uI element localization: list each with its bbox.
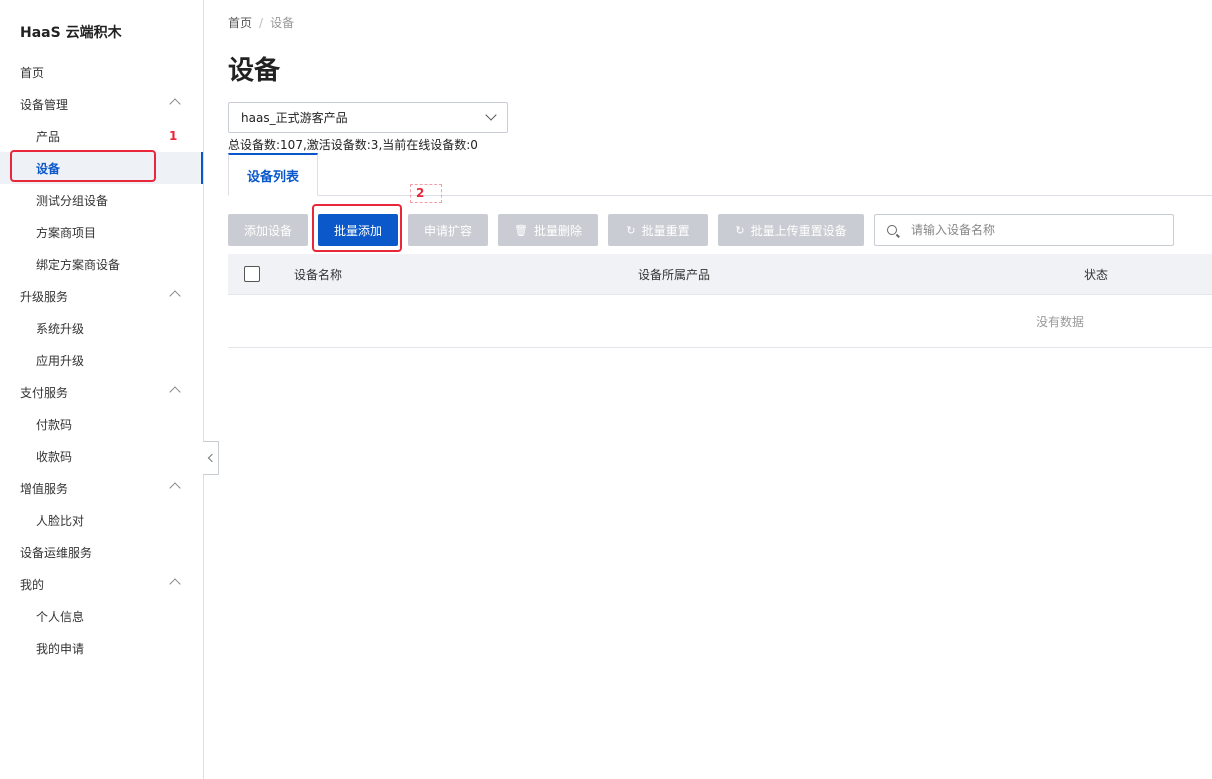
sidebar-item-label: 应用升级 xyxy=(36,353,85,368)
batch-reset-button[interactable]: ↻ 批量重置 xyxy=(608,214,708,246)
sidebar-item-label: 付款码 xyxy=(36,417,73,432)
breadcrumb: 首页 / 设备 xyxy=(228,14,294,31)
sidebar-item-label: 首页 xyxy=(20,65,45,80)
sidebar-item-device-ops-service[interactable]: 设备运维服务 xyxy=(0,536,203,568)
annotation-highlight-device xyxy=(10,150,156,182)
sidebar-item-label: 我的 xyxy=(20,577,45,592)
sidebar-item-label: 产品 xyxy=(36,129,61,144)
column-device-product[interactable]: 设备所属产品 xyxy=(638,266,710,283)
sidebar-item-bind-vendor-device[interactable]: 绑定方案商设备 xyxy=(0,248,203,280)
button-label: 添加设备 xyxy=(243,223,292,238)
batch-upload-reset-button[interactable]: ↻ 批量上传重置设备 xyxy=(718,214,864,246)
apply-expand-button[interactable]: 申请扩容 xyxy=(408,214,488,246)
chevron-up-icon xyxy=(169,578,181,590)
main-content: 首页 / 设备 设备 haas_正式游客产品 总设备数:107,激活设备数:3,… xyxy=(228,0,1212,779)
sidebar-item-label: 设备运维服务 xyxy=(20,545,93,560)
sidebar-item-pay-code[interactable]: 付款码 xyxy=(0,408,203,440)
sidebar-item-label: 我的申请 xyxy=(36,641,85,656)
refresh-icon: ↻ xyxy=(626,223,636,237)
button-label: 申请扩容 xyxy=(423,223,472,238)
column-device-name[interactable]: 设备名称 xyxy=(294,266,342,283)
sidebar-item-device-management[interactable]: 设备管理 xyxy=(0,88,203,120)
annotation-number-2-frame xyxy=(410,184,442,203)
button-label: 批量上传重置设备 xyxy=(750,223,847,238)
chevron-up-icon xyxy=(169,290,181,302)
sidebar-item-payment-service[interactable]: 支付服务 xyxy=(0,376,203,408)
search-icon xyxy=(887,225,897,235)
annotation-highlight-batch-add xyxy=(312,204,402,252)
sidebar-item-label: 设备管理 xyxy=(20,97,69,112)
add-device-button[interactable]: 添加设备 xyxy=(228,214,308,246)
sidebar-nav: 首页 设备管理 产品 设备 测试分组设备 方案商项目 绑定方案商设备 升级服务 … xyxy=(0,56,203,664)
refresh-icon: ↻ xyxy=(735,223,745,237)
device-stats: 总设备数:107,激活设备数:3,当前在线设备数:0 xyxy=(228,138,478,152)
sidebar-item-label: 系统升级 xyxy=(36,321,85,336)
page-title: 设备 xyxy=(228,56,281,86)
sidebar-item-system-upgrade[interactable]: 系统升级 xyxy=(0,312,203,344)
chevron-up-icon xyxy=(169,386,181,398)
sidebar-item-personal-info[interactable]: 个人信息 xyxy=(0,600,203,632)
tab-device-list[interactable]: 设备列表 xyxy=(228,153,318,196)
search-box xyxy=(874,214,1174,246)
sidebar-item-vendor-project[interactable]: 方案商项目 xyxy=(0,216,203,248)
column-status[interactable]: 状态 xyxy=(1084,266,1108,283)
sidebar-item-label: 升级服务 xyxy=(20,289,69,304)
sidebar-item-label: 绑定方案商设备 xyxy=(36,257,121,272)
tab-label: 设备列表 xyxy=(246,169,299,185)
chevron-left-icon xyxy=(207,453,217,463)
chevron-down-icon xyxy=(485,109,497,121)
product-select[interactable]: haas_正式游客产品 xyxy=(228,102,508,133)
table-header: 设备名称 设备所属产品 状态 xyxy=(228,254,1212,295)
sidebar-item-my-applications[interactable]: 我的申请 xyxy=(0,632,203,664)
product-select-value: haas_正式游客产品 xyxy=(241,111,348,125)
breadcrumb-current: 设备 xyxy=(270,16,295,30)
sidebar-item-mine[interactable]: 我的 xyxy=(0,568,203,600)
trash-icon: 🗑 xyxy=(514,223,528,237)
sidebar-item-test-group-device[interactable]: 测试分组设备 xyxy=(0,184,203,216)
table-body: 没有数据 xyxy=(228,295,1212,348)
batch-delete-button[interactable]: 🗑 批量删除 xyxy=(498,214,598,246)
tab-bar: 设备列表 xyxy=(228,153,1212,196)
sidebar-item-label: 方案商项目 xyxy=(36,225,97,240)
chevron-up-icon xyxy=(169,98,181,110)
button-label: 批量删除 xyxy=(533,223,582,238)
select-all-checkbox[interactable] xyxy=(244,266,260,282)
sidebar-item-receive-code[interactable]: 收款码 xyxy=(0,440,203,472)
sidebar-item-label: 人脸比对 xyxy=(36,513,85,528)
breadcrumb-home[interactable]: 首页 xyxy=(228,14,252,31)
chevron-up-icon xyxy=(169,482,181,494)
sidebar-item-label: 增值服务 xyxy=(20,481,69,496)
sidebar: HaaS 云端积木 首页 设备管理 产品 设备 测试分组设备 方案商项目 绑定方… xyxy=(0,0,204,779)
sidebar-collapse-button[interactable] xyxy=(203,441,219,475)
sidebar-item-label: 支付服务 xyxy=(20,385,69,400)
empty-state-text: 没有数据 xyxy=(1036,315,1085,329)
breadcrumb-separator: / xyxy=(259,15,264,30)
sidebar-item-label: 个人信息 xyxy=(36,609,85,624)
annotation-number-2: 2 xyxy=(416,186,425,200)
annotation-number-1: 1 xyxy=(169,129,178,143)
sidebar-item-label: 收款码 xyxy=(36,449,73,464)
sidebar-item-upgrade-service[interactable]: 升级服务 xyxy=(0,280,203,312)
button-label: 批量重置 xyxy=(641,223,690,238)
brand-title: HaaS 云端积木 xyxy=(20,25,122,41)
search-input[interactable] xyxy=(911,223,1161,237)
sidebar-item-home[interactable]: 首页 xyxy=(0,56,203,88)
sidebar-item-value-added-service[interactable]: 增值服务 xyxy=(0,472,203,504)
sidebar-item-face-compare[interactable]: 人脸比对 xyxy=(0,504,203,536)
sidebar-item-label: 测试分组设备 xyxy=(36,193,109,208)
sidebar-item-app-upgrade[interactable]: 应用升级 xyxy=(0,344,203,376)
